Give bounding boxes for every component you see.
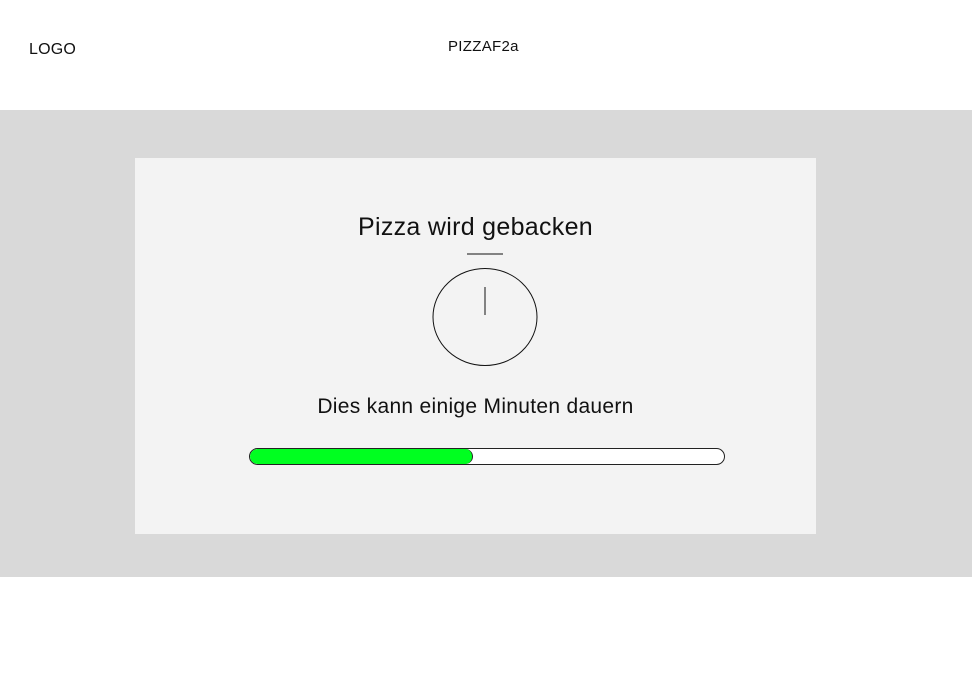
progress-fill [250, 449, 473, 464]
status-card: Pizza wird gebacken Dies kann einige Min… [135, 158, 816, 534]
content-band: Pizza wird gebacken Dies kann einige Min… [0, 110, 972, 577]
page: LOGO PIZZAF2a Pizza wird gebacken Dies k… [0, 0, 972, 682]
status-subtitle: Dies kann einige Minuten dauern [317, 395, 634, 418]
progress-bar [249, 448, 725, 465]
brand-title: PIZZAF2a [448, 38, 519, 55]
stopwatch-icon [432, 253, 538, 366]
status-title: Pizza wird gebacken [358, 213, 593, 241]
stopwatch-dial [432, 268, 538, 366]
logo[interactable]: LOGO [29, 40, 76, 60]
